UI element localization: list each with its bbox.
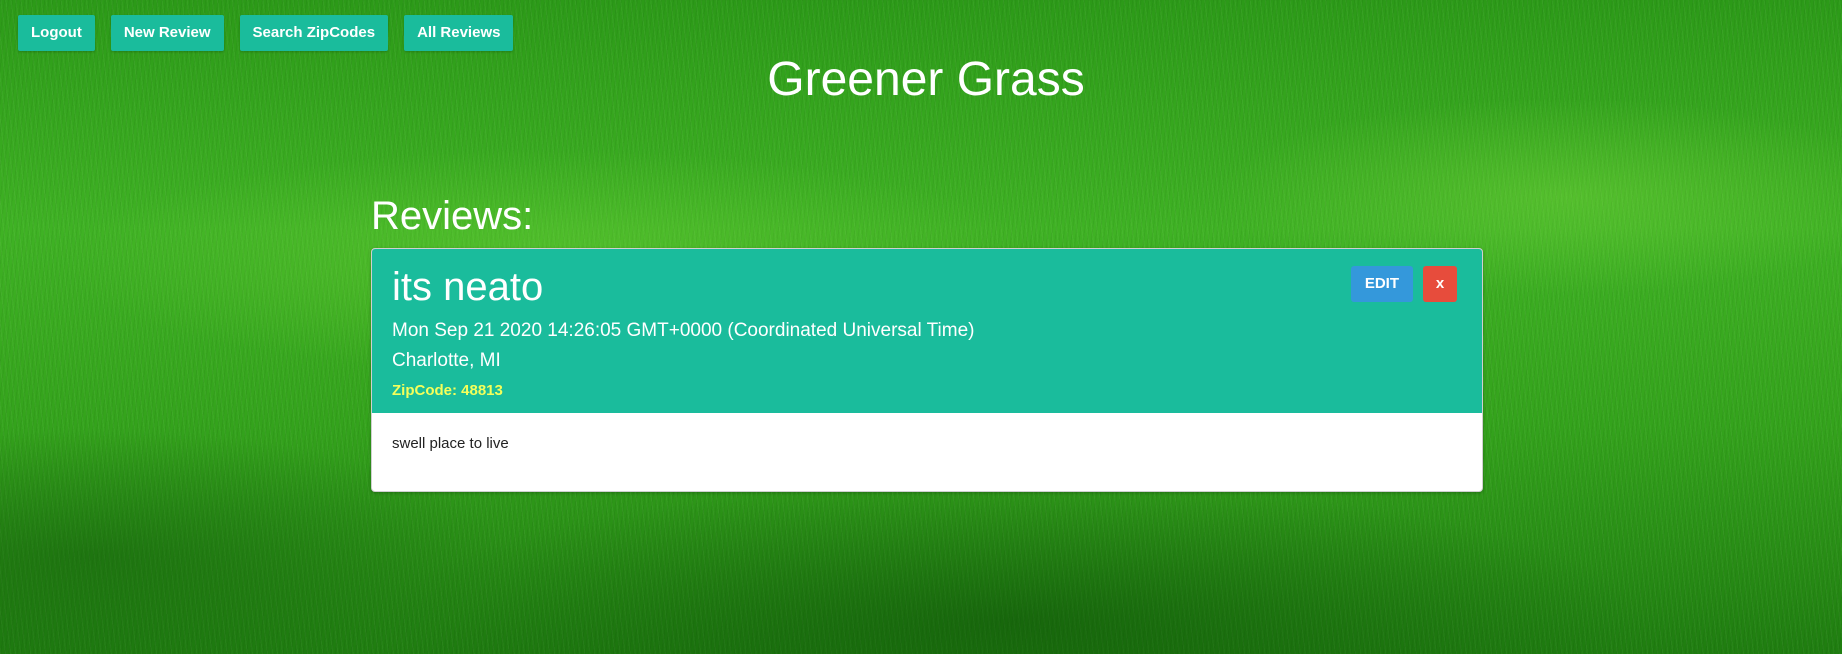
review-zipcode: ZipCode: 48813 [392, 382, 503, 399]
review-body: swell place to live [392, 435, 509, 452]
search-zipcodes-button[interactable]: Search ZipCodes [239, 15, 389, 51]
review-date: Mon Sep 21 2020 14:26:05 GMT+0000 (Coord… [392, 320, 975, 341]
edit-review-button[interactable]: EDIT [1350, 266, 1413, 302]
reviews-heading: Reviews: [371, 194, 534, 238]
top-nav: Logout New Review Search ZipCodes All Re… [18, 15, 514, 51]
site-title: Greener Grass [767, 53, 1085, 106]
all-reviews-button[interactable]: All Reviews [404, 15, 514, 51]
review-actions: EDIT x [1350, 266, 1457, 302]
review-title: its neato [392, 265, 544, 309]
review-location: Charlotte, MI [392, 350, 501, 371]
new-review-button[interactable]: New Review [110, 15, 224, 51]
review-card: its neato Mon Sep 21 2020 14:26:05 GMT+0… [371, 248, 1483, 492]
delete-review-button[interactable]: x [1423, 266, 1457, 302]
logout-button[interactable]: Logout [18, 15, 95, 51]
review-card-header: its neato Mon Sep 21 2020 14:26:05 GMT+0… [372, 249, 1482, 413]
